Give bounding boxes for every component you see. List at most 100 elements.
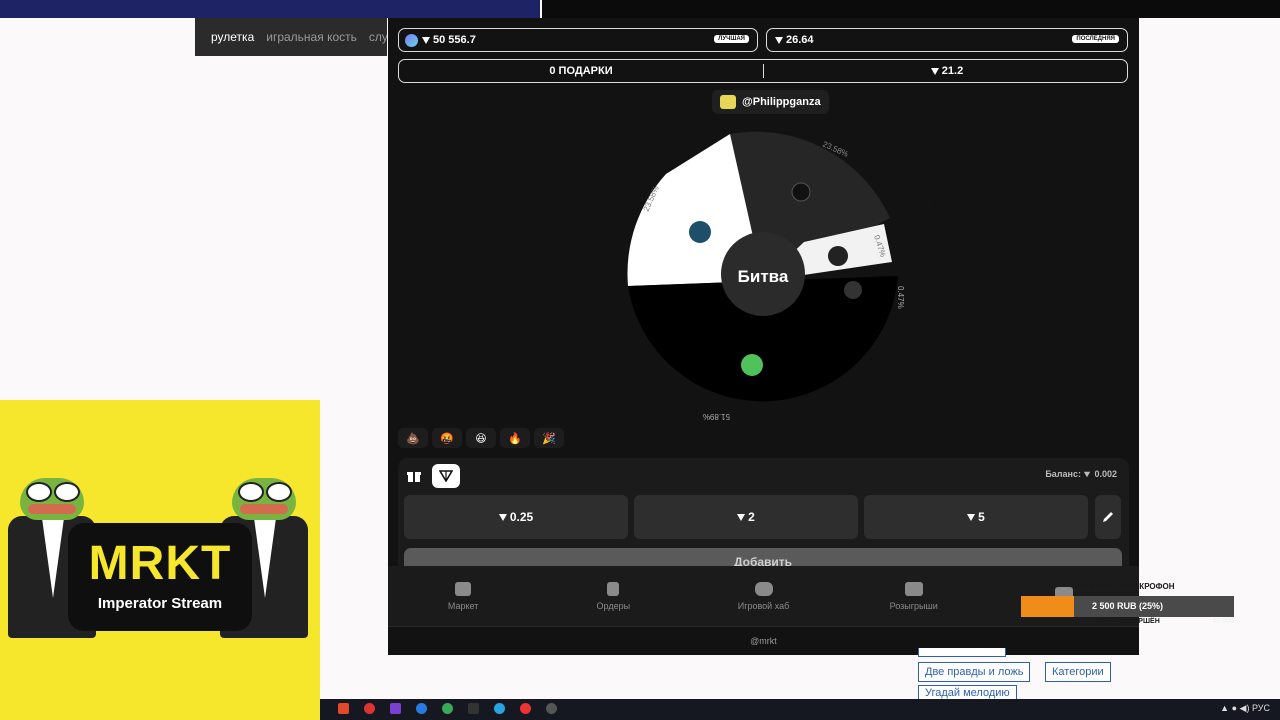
reaction-fire-button[interactable]: 🔥 [500, 428, 530, 448]
tab-dice[interactable]: игральная кость [266, 30, 357, 44]
link-two-truths[interactable]: Две правды и ложь [918, 662, 1031, 682]
gifts-count: 0 ПОДАРКИ [549, 65, 613, 77]
last-win-value: 26.64 [786, 34, 814, 46]
browser-top-bar-right [542, 0, 1280, 18]
stream-promo-banner: MRKT Imperator Stream [0, 400, 320, 720]
mrkt-app-window: 50 556.7 ЛУЧШАЯ 26.64 ПОСЛЕДНЯЯ 0 ПОДАРК… [388, 18, 1139, 655]
clipboard-icon [607, 581, 620, 596]
nav-label: Игровой хаб [737, 600, 790, 611]
last-win-pill: 26.64 ПОСЛЕДНЯЯ [766, 28, 1128, 52]
app-icon[interactable] [416, 703, 427, 714]
ton-icon [737, 513, 746, 521]
gift-token-icon [689, 221, 711, 243]
system-tray: ▲ ● ◀) РУС [1220, 703, 1270, 714]
reaction-poop-button[interactable]: 💩 [398, 428, 428, 448]
link-button-partial[interactable] [918, 648, 1006, 657]
balance-value: 0.002 [1094, 469, 1117, 479]
donation-goal-widget: НА ВЕБКУ И МИКРОФОН 2 500 RUB (25%) 0 СБ… [1021, 582, 1234, 628]
pool-total: 21.2 [765, 65, 1129, 77]
goal-caption: СБОР ЗАВЕРШЁН [1097, 618, 1160, 625]
bet-amount-value: 0.25 [509, 510, 534, 524]
app-icon[interactable] [390, 703, 401, 714]
nav-label: Ордеры [596, 600, 631, 611]
segment-percent-label: 51.89% [703, 412, 730, 421]
reaction-party-button[interactable]: 🎉 [534, 428, 564, 448]
tab-roulette[interactable]: рулетка [211, 30, 254, 44]
ton-icon [439, 470, 453, 482]
pencil-icon [1103, 512, 1113, 522]
goal-max: 10 000 [1212, 618, 1234, 625]
best-avatar-icon [405, 33, 418, 47]
goal-progress-bar: 2 500 RUB (25%) [1021, 596, 1234, 617]
reaction-laugh-button[interactable]: 😆 [466, 428, 496, 448]
chrome-icon[interactable] [442, 703, 453, 714]
yandex-icon[interactable] [338, 703, 349, 714]
bet-amount-value: 2 [748, 510, 755, 524]
best-tag: ЛУЧШАЯ [714, 35, 749, 43]
gamepad-icon [754, 581, 773, 596]
current-player-chip: @Philippganza [712, 90, 829, 114]
gift-icon [455, 581, 472, 596]
nav-orders[interactable]: Ордеры [538, 566, 688, 626]
balance-display: Баланс: 0.002 [1045, 469, 1117, 479]
bet-amount-button[interactable]: 2 [634, 495, 858, 539]
ton-icon [1084, 471, 1091, 478]
app-icon[interactable] [546, 703, 557, 714]
custom-amount-button[interactable] [1095, 495, 1121, 539]
gift-token-icon [844, 281, 862, 299]
last-tag: ПОСЛЕДНЯЯ [1072, 35, 1119, 43]
pool-total-value: 21.2 [941, 65, 964, 77]
bet-amount-value: 5 [978, 510, 985, 524]
logo-brand: MRKT [88, 537, 232, 590]
gift-token-icon [828, 246, 848, 266]
ton-icon [775, 36, 783, 44]
opera-icon[interactable] [364, 703, 375, 714]
balance-label: Баланс: [1045, 469, 1081, 479]
browser-top-bar-left [0, 0, 540, 18]
battle-center-label: Битва [738, 267, 789, 286]
mrkt-logo: MRKT Imperator Stream [68, 523, 252, 631]
bet-panel: Баланс: 0.002 0.25 2 5 Добавить [398, 458, 1129, 578]
language-indicator[interactable]: РУС [1252, 703, 1270, 713]
ton-icon [498, 513, 507, 521]
ton-coin-icon [741, 354, 763, 376]
app-icon[interactable] [468, 703, 479, 714]
ton-mode-button[interactable] [432, 464, 460, 488]
tab-random[interactable]: случа [369, 30, 387, 44]
gift-icon [407, 472, 421, 482]
goal-title: НА ВЕБКУ И МИКРОФОН [1076, 582, 1175, 591]
ton-icon [930, 67, 939, 75]
divider [763, 64, 764, 78]
speaker-icon[interactable]: ◀) [1240, 703, 1250, 713]
best-win-value: 50 556.7 [433, 34, 476, 46]
ton-icon [422, 36, 430, 44]
pool-summary-bar: 0 ПОДАРКИ 21.2 [398, 59, 1128, 83]
player-avatar-icon [720, 95, 736, 109]
logo-subtitle: Imperator Stream [97, 595, 223, 612]
best-win-pill: 50 556.7 ЛУЧШАЯ [398, 28, 758, 52]
link-categories[interactable]: Категории [1045, 662, 1111, 682]
ton-icon [967, 513, 976, 521]
yandex-browser-icon[interactable] [520, 703, 531, 714]
gift-token-icon [791, 182, 811, 202]
bet-amount-button[interactable]: 0.25 [404, 495, 628, 539]
goal-min: 0 [1021, 618, 1025, 625]
nav-game-hub[interactable]: Игровой хаб [688, 566, 838, 626]
reaction-angry-button[interactable]: 🤬 [432, 428, 462, 448]
nav-giveaways[interactable]: Розыгрыши [839, 566, 989, 626]
ticket-icon [904, 581, 923, 596]
reaction-bar: 💩 🤬 😆 🔥 🎉 [398, 428, 564, 448]
app-footer: @mrkt [388, 626, 1139, 655]
nav-label: Маркет [447, 600, 479, 611]
player-handle: @Philippganza [742, 96, 821, 108]
telegram-icon[interactable] [494, 703, 505, 714]
bet-amount-button[interactable]: 5 [864, 495, 1088, 539]
roulette-wheel: Битва 23.58% 23.58% 0.47% 0.47% 51.89% [627, 131, 905, 421]
segment-percent-label: 0.47% [896, 286, 905, 309]
gift-mode-button[interactable] [400, 464, 428, 488]
nav-market[interactable]: Маркет [388, 566, 538, 626]
chevron-up-icon[interactable]: ▲ [1220, 703, 1229, 713]
microphone-icon[interactable]: ● [1232, 703, 1237, 713]
site-game-tabs: рулетка игральная кость случа [195, 18, 387, 56]
nav-label: Розыгрыши [889, 600, 938, 611]
